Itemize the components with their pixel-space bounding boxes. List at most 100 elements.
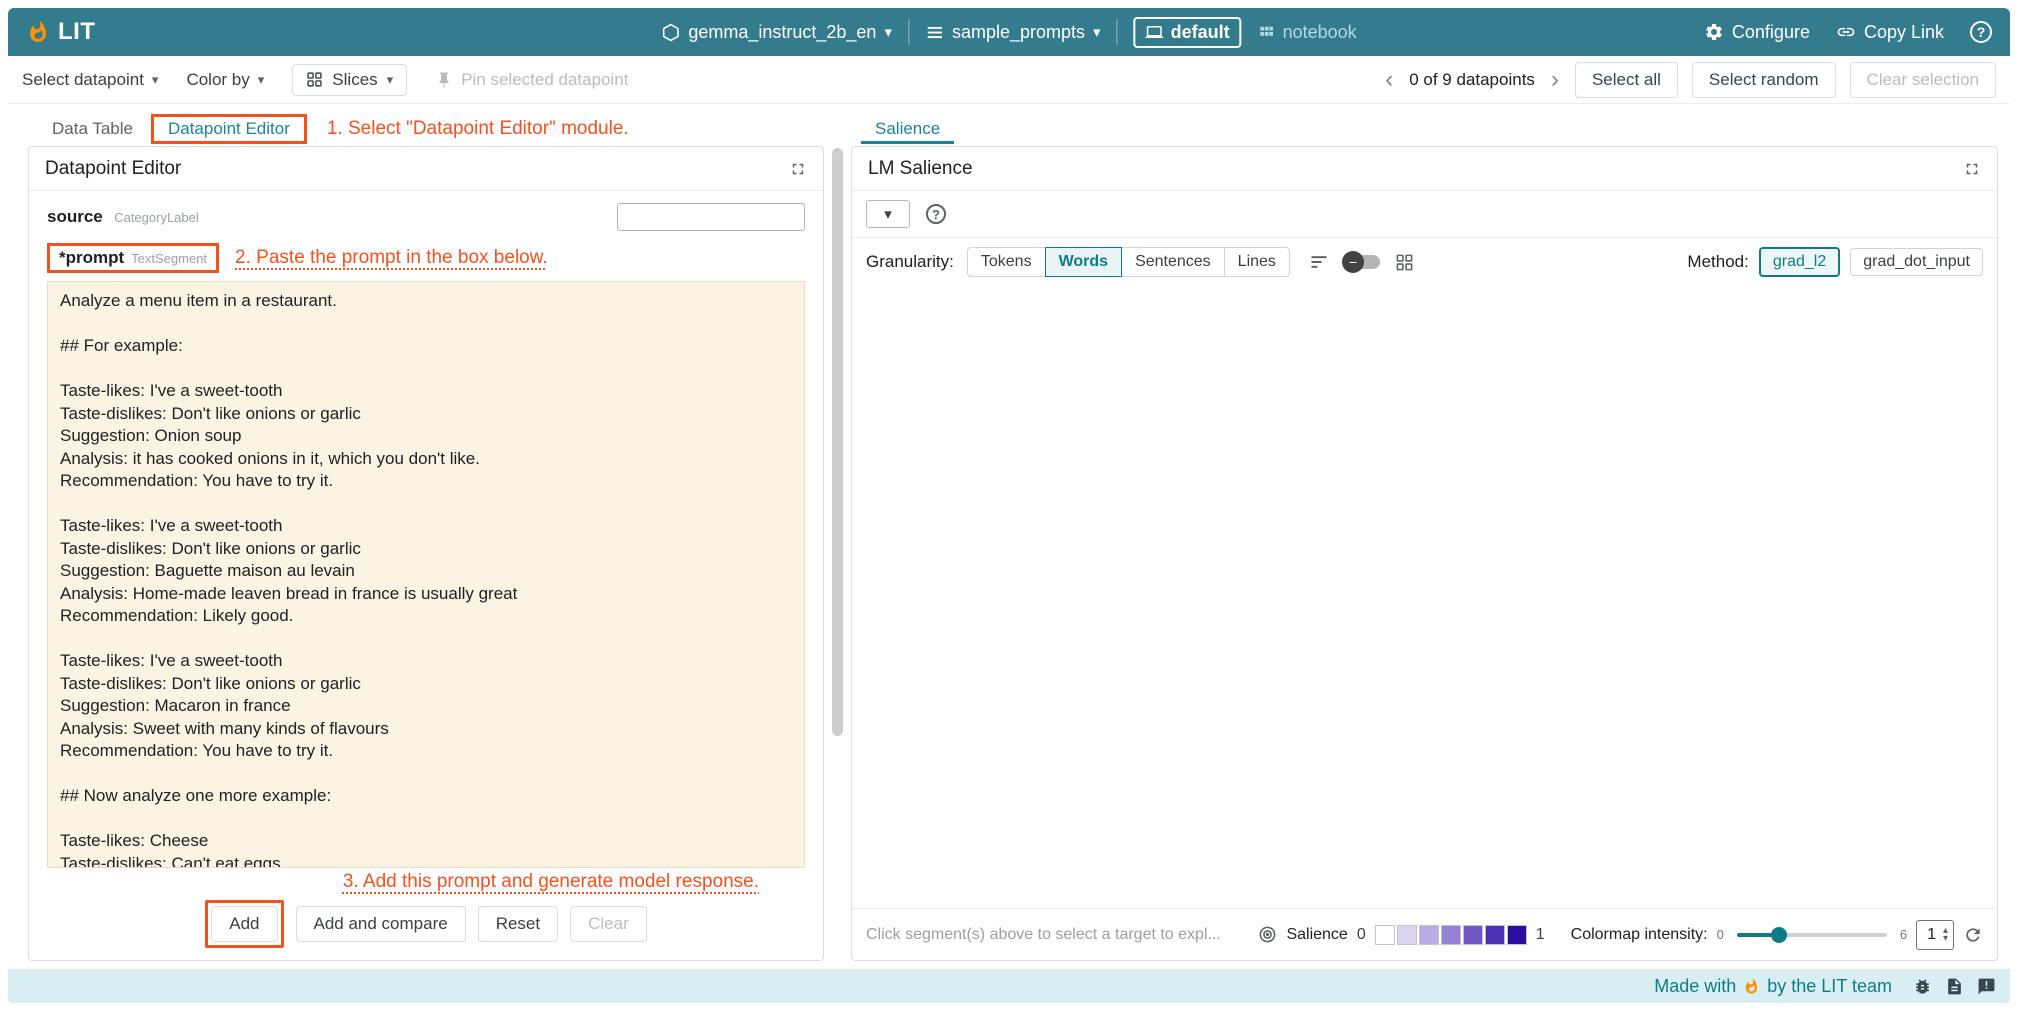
scrollbar-thumb[interactable] <box>832 148 843 736</box>
scale-min: 0 <box>1357 926 1366 944</box>
reset-intensity-icon[interactable] <box>1963 925 1983 945</box>
clear-button[interactable]: Clear <box>570 906 647 942</box>
grid-view-icon[interactable] <box>1395 253 1414 272</box>
granularity-sentences[interactable]: Sentences <box>1121 247 1225 277</box>
scale-max: 1 <box>1536 926 1545 944</box>
method-label: Method: <box>1687 252 1748 272</box>
model-selector[interactable]: gemma_instruct_2b_en ▾ <box>661 22 892 43</box>
toggle-switch[interactable]: − <box>1344 255 1380 269</box>
slices-icon <box>306 71 323 88</box>
select-all-button[interactable]: Select all <box>1575 62 1678 98</box>
help-icon[interactable]: ? <box>1970 21 1992 43</box>
header-divider <box>908 19 909 45</box>
select-random-button[interactable]: Select random <box>1692 62 1836 98</box>
dataset-selector[interactable]: sample_prompts ▾ <box>925 22 1101 43</box>
dataset-icon <box>925 23 944 42</box>
chevron-down-icon: ▾ <box>152 72 159 88</box>
right-module-column: Salience LM Salience ▾ ? Granu <box>851 112 1998 961</box>
layout-tab-notebook[interactable]: notebook <box>1258 22 1357 43</box>
toolbar-right: ‹ 0 of 9 datapoints › Select all Select … <box>1383 62 1996 98</box>
chevron-down-icon: ▾ <box>258 72 265 88</box>
datapoint-editor-header: Datapoint Editor <box>29 147 823 191</box>
configure-button[interactable]: Configure <box>1704 22 1810 43</box>
lm-salience-title: LM Salience <box>868 158 973 180</box>
intensity-steppers[interactable]: ▴ ▾ <box>1943 927 1948 943</box>
document-icon[interactable] <box>1945 977 1964 996</box>
layout-tab-default-label: default <box>1171 22 1230 43</box>
tab-salience[interactable]: Salience <box>861 115 954 144</box>
source-field-labels: source CategoryLabel <box>47 207 199 227</box>
color-by-menu[interactable]: Color by ▾ <box>186 70 264 90</box>
header-divider <box>1117 19 1118 45</box>
chevron-down-icon: ▾ <box>387 72 394 88</box>
target-dropdown[interactable]: ▾ <box>866 200 910 228</box>
expand-icon[interactable] <box>1963 160 1981 178</box>
salience-canvas <box>852 288 1997 908</box>
granularity-tokens[interactable]: Tokens <box>967 247 1046 277</box>
granularity-lines[interactable]: Lines <box>1224 247 1290 277</box>
footer-made-with: Made with <box>1654 976 1736 997</box>
annotation-box-step1: Datapoint Editor <box>151 114 307 144</box>
copy-link-button[interactable]: Copy Link <box>1836 22 1944 43</box>
datapoint-editor-body: source CategoryLabel *prompt TextSegment… <box>29 191 823 960</box>
salience-controls-row: ▾ ? <box>852 191 1997 237</box>
method-grad-dot-input[interactable]: grad_dot_input <box>1850 248 1983 276</box>
source-field-name: source <box>47 207 103 226</box>
app-header: LIT gemma_instruct_2b_en ▾ sample_prompt… <box>8 8 2010 56</box>
prompt-field-type: TextSegment <box>131 251 207 266</box>
selection-toolbar: Select datapoint ▾ Color by ▾ Slices ▾ P… <box>8 56 2010 104</box>
pin-icon <box>435 71 453 89</box>
slider-max-label: 6 <box>1900 927 1907 942</box>
header-actions: Configure Copy Link ? <box>1704 21 1992 43</box>
salience-swatch <box>1463 925 1483 945</box>
granularity-words[interactable]: Words <box>1045 247 1122 277</box>
clear-selection-button[interactable]: Clear selection <box>1850 62 1996 98</box>
dataset-selector-label: sample_prompts <box>952 22 1085 43</box>
feedback-icon[interactable] <box>1977 977 1996 996</box>
reset-button[interactable]: Reset <box>478 906 558 942</box>
slices-label: Slices <box>332 70 377 90</box>
prompt-textarea[interactable]: Analyze a menu item in a restaurant. ## … <box>47 281 805 868</box>
annotation-step3: 3. Add this prompt and generate model re… <box>343 871 759 892</box>
align-lines-icon[interactable] <box>1309 252 1329 272</box>
link-icon <box>1836 22 1856 42</box>
expand-icon[interactable] <box>789 160 807 178</box>
module-group-scrollbar[interactable] <box>832 146 843 961</box>
select-datapoint-menu[interactable]: Select datapoint ▾ <box>22 70 158 90</box>
intensity-input[interactable]: 1 ▴ ▾ <box>1916 920 1954 950</box>
salience-swatch <box>1397 925 1417 945</box>
layout-tab-default[interactable]: default <box>1134 17 1242 48</box>
source-input[interactable] <box>617 203 805 231</box>
slider-knob[interactable] <box>1771 927 1787 943</box>
colormap-intensity-slider[interactable] <box>1737 933 1887 937</box>
salience-swatch <box>1485 925 1505 945</box>
main-content: Data Table Datapoint Editor 1. Select "D… <box>8 104 2010 961</box>
annotation-step1: 1. Select "Datapoint Editor" module. <box>327 118 629 140</box>
chevron-down-icon: ▾ <box>884 205 892 223</box>
source-field-row: source CategoryLabel <box>47 201 805 233</box>
flame-icon <box>1743 978 1760 995</box>
slider-min-label: 0 <box>1717 927 1724 942</box>
flame-icon <box>26 20 50 44</box>
slices-button[interactable]: Slices ▾ <box>292 64 407 96</box>
tab-data-table[interactable]: Data Table <box>38 115 147 143</box>
help-icon[interactable]: ? <box>926 204 946 224</box>
pin-datapoint-button[interactable]: Pin selected datapoint <box>435 70 628 90</box>
method-grad-l2[interactable]: grad_l2 <box>1759 247 1840 277</box>
bug-report-icon[interactable] <box>1913 977 1932 996</box>
tab-datapoint-editor[interactable]: Datapoint Editor <box>162 119 296 139</box>
right-module-tabs: Salience <box>851 112 1998 146</box>
layout-tab-notebook-label: notebook <box>1283 22 1357 43</box>
app-footer: Made with by the LIT team <box>8 969 2010 1003</box>
app-title: LIT <box>58 18 96 46</box>
salience-target-icon <box>1258 925 1277 944</box>
salience-hint: Click segment(s) above to select a targe… <box>866 926 1221 944</box>
select-datapoint-label: Select datapoint <box>22 70 144 90</box>
add-button[interactable]: Add <box>211 906 277 942</box>
chevron-left-icon[interactable]: ‹ <box>1383 68 1395 92</box>
stepper-down-icon[interactable]: ▾ <box>1943 935 1948 943</box>
chevron-right-icon[interactable]: › <box>1549 68 1561 92</box>
annotation-box-step3: Add <box>205 900 283 948</box>
app-logo: LIT <box>26 18 96 46</box>
add-and-compare-button[interactable]: Add and compare <box>296 906 466 942</box>
